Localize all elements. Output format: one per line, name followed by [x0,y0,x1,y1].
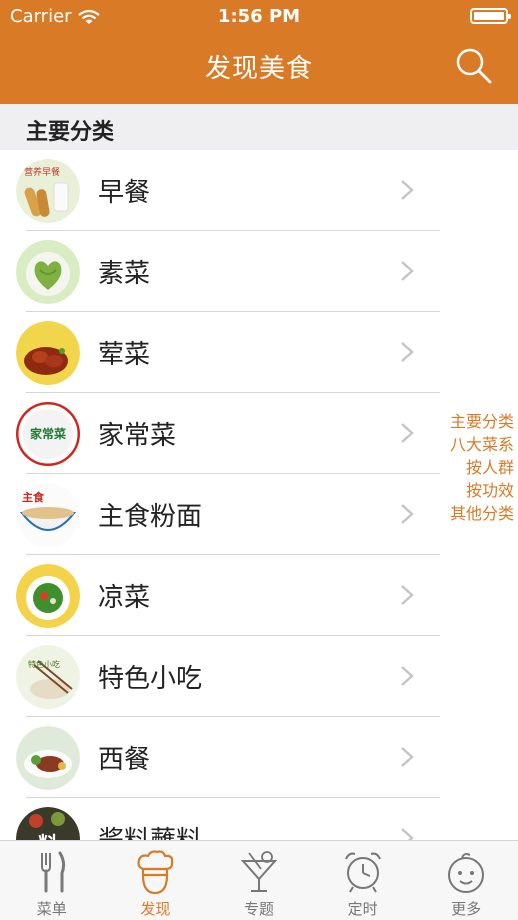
index-item-other[interactable]: 其他分类 [440,502,514,525]
tab-label: 专题 [243,900,274,918]
category-label: 西餐 [98,745,151,775]
vegetable-dish-thumbnail [16,240,80,304]
status-time: 1:56 PM [217,6,301,27]
snacks-thumbnail: 特色小吃 [16,645,80,709]
tab-topics[interactable]: 专题 [207,841,311,920]
index-item-cuisines[interactable]: 八大菜系 [440,433,514,456]
baby-face-icon [448,853,485,893]
chevron-right-icon [401,342,414,362]
category-label: 酱料蘸料 [98,820,202,840]
svg-text:家常菜: 家常菜 [30,426,66,441]
chevron-right-icon [401,504,414,524]
category-row-breakfast[interactable]: 营养早餐 早餐 [0,150,440,231]
index-item-main[interactable]: 主要分类 [440,410,514,433]
tab-label: 发现 [140,900,171,918]
app-screen: Carrier 1:56 PM 发现美食 主要分类 营养早餐 早餐 素菜 荤菜 … [0,0,518,920]
svg-text:主食: 主食 [22,490,45,504]
cocktail-icon [240,851,278,892]
meat-dish-thumbnail [16,321,80,385]
tab-timer[interactable]: 定时 [311,841,415,920]
search-icon [456,48,492,84]
chevron-right-icon [401,747,414,767]
fork-knife-icon [40,851,65,893]
home-cooking-thumbnail: 家常菜 [16,402,80,466]
tab-label: 定时 [347,900,378,918]
breakfast-thumbnail: 营养早餐 [16,159,80,223]
index-item-by-people[interactable]: 按人群 [440,456,514,479]
section-title: 主要分类 [26,120,115,145]
category-label: 早餐 [98,178,151,208]
tab-discover[interactable]: 发现 [104,841,208,920]
chevron-right-icon [401,666,414,686]
category-label: 特色小吃 [98,664,203,694]
category-row-cold-dish[interactable]: 凉菜 [0,555,440,636]
chevron-right-icon [401,180,414,200]
alarm-clock-icon [344,852,381,893]
page-title: 发现美食 [204,54,313,84]
svg-text:特色小吃: 特色小吃 [28,659,60,669]
tab-label: 更多 [451,900,482,918]
chevron-right-icon [401,423,414,443]
top-header: Carrier 1:56 PM 发现美食 [0,0,518,104]
category-row-vegetable[interactable]: 素菜 [0,231,440,312]
section-index: 主要分类 八大菜系 按人群 按功效 其他分类 [440,410,514,525]
staple-noodles-thumbnail: 主食 [16,483,80,547]
chevron-right-icon [401,585,414,605]
chevron-right-icon [401,261,414,281]
category-label: 荤菜 [98,340,151,370]
category-label: 家常菜 [98,421,177,451]
tab-more[interactable]: 更多 [414,841,518,920]
category-label: 主食粉面 [98,502,203,532]
cold-dish-thumbnail [16,564,80,628]
tab-menu[interactable]: 菜单 [0,841,104,920]
chevron-right-icon [401,828,414,840]
category-row-meat[interactable]: 荤菜 [0,312,440,393]
index-item-by-effect[interactable]: 按功效 [440,479,514,502]
sauces-thumbnail: 料 [16,807,80,840]
search-button[interactable] [454,46,494,86]
category-row-sauces[interactable]: 料 酱料蘸料 [0,798,440,840]
category-row-snacks[interactable]: 特色小吃 特色小吃 [0,636,440,717]
svg-text:营养早餐: 营养早餐 [24,166,60,178]
category-row-home-cooking[interactable]: 家常菜 家常菜 [0,393,440,474]
category-list: 营养早餐 早餐 素菜 荤菜 家常菜 家常菜 主食 主食粉面 凉菜 特色小吃 特色… [0,150,440,840]
status-bar: Carrier 1:56 PM [0,0,518,34]
tab-bar: 菜单 发现 专题 定时 更多 [0,840,518,920]
category-row-western[interactable]: 西餐 [0,717,440,798]
category-label: 凉菜 [98,583,151,613]
western-food-thumbnail [16,726,80,790]
battery-icon [470,8,511,24]
tab-label: 菜单 [36,900,67,918]
svg-text:料: 料 [38,832,58,840]
category-row-staple-noodles[interactable]: 主食 主食粉面 [0,474,440,555]
chef-hat-icon [137,850,174,895]
category-label: 素菜 [98,259,151,289]
section-header: 主要分类 [0,104,518,150]
